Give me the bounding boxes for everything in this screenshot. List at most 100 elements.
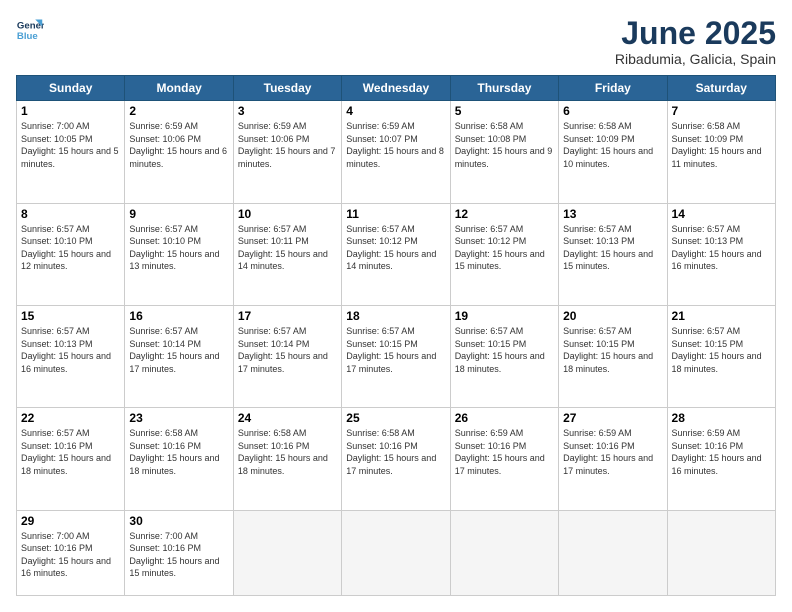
table-row: 26 Sunrise: 6:59 AM Sunset: 10:16 PM Day… <box>450 408 558 510</box>
table-row: 1 Sunrise: 7:00 AM Sunset: 10:05 PM Dayl… <box>17 101 125 203</box>
day-number: 17 <box>238 309 337 323</box>
table-row: 9 Sunrise: 6:57 AM Sunset: 10:10 PM Dayl… <box>125 203 233 305</box>
table-row: 14 Sunrise: 6:57 AM Sunset: 10:13 PM Day… <box>667 203 775 305</box>
day-number: 7 <box>672 104 771 118</box>
calendar-header-row: Sunday Monday Tuesday Wednesday Thursday… <box>17 76 776 101</box>
day-info: Sunrise: 6:57 AM Sunset: 10:12 PM Daylig… <box>346 223 445 273</box>
table-row <box>233 510 341 595</box>
day-info: Sunrise: 6:57 AM Sunset: 10:15 PM Daylig… <box>455 325 554 375</box>
day-number: 3 <box>238 104 337 118</box>
day-info: Sunrise: 6:58 AM Sunset: 10:08 PM Daylig… <box>455 120 554 170</box>
day-number: 26 <box>455 411 554 425</box>
header: General Blue June 2025 Ribadumia, Galici… <box>16 16 776 67</box>
logo: General Blue <box>16 16 44 44</box>
day-number: 24 <box>238 411 337 425</box>
table-row <box>342 510 450 595</box>
location: Ribadumia, Galicia, Spain <box>615 51 776 67</box>
day-number: 30 <box>129 514 228 528</box>
calendar-week-row: 8 Sunrise: 6:57 AM Sunset: 10:10 PM Dayl… <box>17 203 776 305</box>
table-row: 16 Sunrise: 6:57 AM Sunset: 10:14 PM Day… <box>125 305 233 407</box>
table-row: 23 Sunrise: 6:58 AM Sunset: 10:16 PM Day… <box>125 408 233 510</box>
day-number: 1 <box>21 104 120 118</box>
table-row: 22 Sunrise: 6:57 AM Sunset: 10:16 PM Day… <box>17 408 125 510</box>
day-info: Sunrise: 6:59 AM Sunset: 10:06 PM Daylig… <box>129 120 228 170</box>
table-row: 3 Sunrise: 6:59 AM Sunset: 10:06 PM Dayl… <box>233 101 341 203</box>
logo-icon: General Blue <box>16 16 44 44</box>
table-row: 12 Sunrise: 6:57 AM Sunset: 10:12 PM Day… <box>450 203 558 305</box>
col-tuesday: Tuesday <box>233 76 341 101</box>
day-info: Sunrise: 6:57 AM Sunset: 10:16 PM Daylig… <box>21 427 120 477</box>
table-row: 28 Sunrise: 6:59 AM Sunset: 10:16 PM Day… <box>667 408 775 510</box>
day-info: Sunrise: 6:58 AM Sunset: 10:09 PM Daylig… <box>672 120 771 170</box>
col-thursday: Thursday <box>450 76 558 101</box>
day-number: 29 <box>21 514 120 528</box>
table-row: 13 Sunrise: 6:57 AM Sunset: 10:13 PM Day… <box>559 203 667 305</box>
day-info: Sunrise: 6:57 AM Sunset: 10:14 PM Daylig… <box>129 325 228 375</box>
day-number: 9 <box>129 207 228 221</box>
day-info: Sunrise: 6:59 AM Sunset: 10:16 PM Daylig… <box>455 427 554 477</box>
table-row: 10 Sunrise: 6:57 AM Sunset: 10:11 PM Day… <box>233 203 341 305</box>
day-info: Sunrise: 6:57 AM Sunset: 10:13 PM Daylig… <box>21 325 120 375</box>
col-friday: Friday <box>559 76 667 101</box>
day-info: Sunrise: 6:57 AM Sunset: 10:13 PM Daylig… <box>672 223 771 273</box>
table-row: 24 Sunrise: 6:58 AM Sunset: 10:16 PM Day… <box>233 408 341 510</box>
table-row: 17 Sunrise: 6:57 AM Sunset: 10:14 PM Day… <box>233 305 341 407</box>
col-sunday: Sunday <box>17 76 125 101</box>
calendar: Sunday Monday Tuesday Wednesday Thursday… <box>16 75 776 596</box>
month-title: June 2025 <box>615 16 776 51</box>
day-number: 20 <box>563 309 662 323</box>
table-row: 7 Sunrise: 6:58 AM Sunset: 10:09 PM Dayl… <box>667 101 775 203</box>
day-info: Sunrise: 7:00 AM Sunset: 10:16 PM Daylig… <box>129 530 228 580</box>
table-row: 11 Sunrise: 6:57 AM Sunset: 10:12 PM Day… <box>342 203 450 305</box>
table-row: 2 Sunrise: 6:59 AM Sunset: 10:06 PM Dayl… <box>125 101 233 203</box>
day-number: 19 <box>455 309 554 323</box>
day-info: Sunrise: 6:59 AM Sunset: 10:07 PM Daylig… <box>346 120 445 170</box>
day-number: 10 <box>238 207 337 221</box>
day-info: Sunrise: 6:57 AM Sunset: 10:15 PM Daylig… <box>672 325 771 375</box>
day-number: 5 <box>455 104 554 118</box>
day-info: Sunrise: 7:00 AM Sunset: 10:05 PM Daylig… <box>21 120 120 170</box>
day-number: 15 <box>21 309 120 323</box>
calendar-week-row: 29 Sunrise: 7:00 AM Sunset: 10:16 PM Day… <box>17 510 776 595</box>
title-block: June 2025 Ribadumia, Galicia, Spain <box>615 16 776 67</box>
day-number: 8 <box>21 207 120 221</box>
day-number: 16 <box>129 309 228 323</box>
day-number: 2 <box>129 104 228 118</box>
table-row: 5 Sunrise: 6:58 AM Sunset: 10:08 PM Dayl… <box>450 101 558 203</box>
calendar-week-row: 1 Sunrise: 7:00 AM Sunset: 10:05 PM Dayl… <box>17 101 776 203</box>
calendar-week-row: 22 Sunrise: 6:57 AM Sunset: 10:16 PM Day… <box>17 408 776 510</box>
day-info: Sunrise: 6:59 AM Sunset: 10:06 PM Daylig… <box>238 120 337 170</box>
day-info: Sunrise: 6:57 AM Sunset: 10:15 PM Daylig… <box>563 325 662 375</box>
day-number: 23 <box>129 411 228 425</box>
day-info: Sunrise: 6:58 AM Sunset: 10:16 PM Daylig… <box>129 427 228 477</box>
day-info: Sunrise: 6:57 AM Sunset: 10:15 PM Daylig… <box>346 325 445 375</box>
day-number: 13 <box>563 207 662 221</box>
day-number: 6 <box>563 104 662 118</box>
table-row: 25 Sunrise: 6:58 AM Sunset: 10:16 PM Day… <box>342 408 450 510</box>
day-info: Sunrise: 6:58 AM Sunset: 10:16 PM Daylig… <box>346 427 445 477</box>
calendar-week-row: 15 Sunrise: 6:57 AM Sunset: 10:13 PM Day… <box>17 305 776 407</box>
table-row: 30 Sunrise: 7:00 AM Sunset: 10:16 PM Day… <box>125 510 233 595</box>
day-number: 11 <box>346 207 445 221</box>
day-info: Sunrise: 6:58 AM Sunset: 10:09 PM Daylig… <box>563 120 662 170</box>
table-row: 20 Sunrise: 6:57 AM Sunset: 10:15 PM Day… <box>559 305 667 407</box>
table-row: 6 Sunrise: 6:58 AM Sunset: 10:09 PM Dayl… <box>559 101 667 203</box>
table-row: 21 Sunrise: 6:57 AM Sunset: 10:15 PM Day… <box>667 305 775 407</box>
day-info: Sunrise: 6:59 AM Sunset: 10:16 PM Daylig… <box>672 427 771 477</box>
table-row: 19 Sunrise: 6:57 AM Sunset: 10:15 PM Day… <box>450 305 558 407</box>
day-number: 25 <box>346 411 445 425</box>
page: General Blue June 2025 Ribadumia, Galici… <box>0 0 792 612</box>
day-number: 28 <box>672 411 771 425</box>
day-number: 18 <box>346 309 445 323</box>
day-info: Sunrise: 6:59 AM Sunset: 10:16 PM Daylig… <box>563 427 662 477</box>
day-number: 12 <box>455 207 554 221</box>
table-row: 4 Sunrise: 6:59 AM Sunset: 10:07 PM Dayl… <box>342 101 450 203</box>
day-info: Sunrise: 6:57 AM Sunset: 10:10 PM Daylig… <box>129 223 228 273</box>
table-row: 8 Sunrise: 6:57 AM Sunset: 10:10 PM Dayl… <box>17 203 125 305</box>
table-row: 29 Sunrise: 7:00 AM Sunset: 10:16 PM Day… <box>17 510 125 595</box>
col-wednesday: Wednesday <box>342 76 450 101</box>
day-number: 27 <box>563 411 662 425</box>
table-row <box>450 510 558 595</box>
col-monday: Monday <box>125 76 233 101</box>
svg-text:Blue: Blue <box>17 31 38 42</box>
